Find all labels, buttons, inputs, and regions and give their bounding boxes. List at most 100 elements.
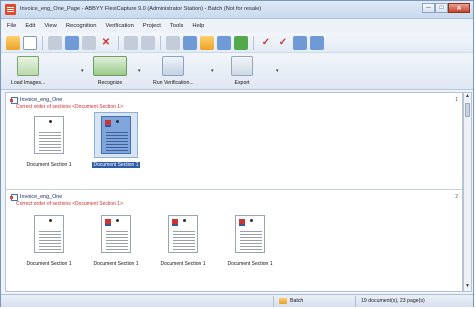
page-label: Document Section 1 — [160, 261, 206, 267]
redo-icon[interactable] — [141, 35, 155, 50]
page-image — [101, 215, 131, 253]
page-label: Document Section 1 — [93, 261, 139, 267]
window-title: Invoice_eng_One_Page - ABBYY FlexiCaptur… — [20, 6, 262, 12]
document-icon — [10, 96, 18, 104]
settings-icon[interactable] — [293, 35, 307, 50]
run-verification-button[interactable]: Run Verification... — [153, 56, 194, 86]
menu-view[interactable]: View — [44, 23, 56, 29]
open-folder-icon[interactable] — [6, 35, 20, 50]
export-button[interactable]: Export — [231, 56, 253, 86]
batch-document-view[interactable]: Invoice_eng_One 1 Correct order of secti… — [5, 92, 463, 292]
page-label: Document Section 1 — [26, 261, 72, 267]
toolbar-separator — [160, 35, 161, 50]
status-separator — [273, 296, 274, 307]
menu-project[interactable]: Project — [143, 23, 161, 29]
document-header[interactable]: Invoice_eng_One — [10, 193, 62, 201]
scroll-down-icon[interactable]: ▼ — [464, 283, 471, 291]
copy-icon[interactable] — [65, 35, 79, 50]
undo-icon[interactable] — [124, 35, 138, 50]
add-document-icon[interactable] — [234, 35, 248, 50]
flexicapture-app-icon[interactable] — [5, 4, 16, 15]
load-images-icon — [17, 56, 40, 76]
batch-folder-icon — [279, 298, 287, 304]
image-folder-icon[interactable] — [200, 35, 214, 50]
app-window: Invoice_eng_One_Page - ABBYY FlexiCaptur… — [0, 0, 474, 307]
menu-help[interactable]: Help — [192, 23, 204, 29]
menu-file[interactable]: File — [7, 23, 16, 29]
paste-icon[interactable] — [82, 35, 96, 50]
menu-edit[interactable]: Edit — [25, 23, 35, 29]
export-dropdown-icon[interactable]: ▾ — [276, 68, 279, 74]
toolbar-separator — [42, 35, 43, 50]
document-header[interactable]: Invoice_eng_One — [10, 96, 63, 104]
scan-icon[interactable] — [217, 35, 231, 50]
verification-dropdown-icon[interactable]: ▾ — [211, 68, 214, 74]
menu-bar: File Edit View Recognition Verification … — [1, 20, 473, 32]
icon-toolbar: ✕ ✓ ✓ — [1, 33, 473, 53]
page-thumbnail[interactable]: Document Section 1 — [156, 211, 210, 267]
recognize-label: Recognize — [97, 80, 123, 86]
page-label: Document Section 1 — [227, 261, 273, 267]
window-controls: ─ □ ✕ — [422, 3, 470, 13]
thumbnail-frame — [27, 112, 71, 158]
run-verification-label: Run Verification... — [153, 80, 194, 86]
document-number: 2 — [455, 194, 458, 200]
status-bar: Batch 19 document(s), 23 page(s) — [1, 294, 473, 307]
recognize-dropdown-icon[interactable]: ▾ — [138, 68, 141, 74]
export-small-icon[interactable] — [310, 35, 324, 50]
maximize-button[interactable]: □ — [435, 3, 448, 13]
export-label: Export — [234, 80, 250, 86]
page-thumbnail[interactable]: Document Section 1 — [223, 211, 277, 267]
page-image — [168, 215, 198, 253]
page-label: Document Section 1 — [26, 162, 72, 168]
page-label: Document Section 1 — [92, 162, 140, 168]
thumbnail-frame — [228, 211, 272, 257]
thumbnail-frame — [94, 211, 138, 257]
document-error-message: Correct order of sections <Document Sect… — [16, 201, 123, 207]
minimize-button[interactable]: ─ — [422, 3, 435, 13]
status-batch-label: Batch — [290, 298, 304, 304]
main-toolbar: Load Images... ▾ Recognize ▾ Run Verific… — [1, 54, 473, 90]
load-images-button[interactable]: Load Images... — [11, 56, 45, 86]
page-image — [235, 215, 265, 253]
document-error-message: Correct order of sections <Document Sect… — [16, 104, 123, 110]
title-bar[interactable]: Invoice_eng_One_Page - ABBYY FlexiCaptur… — [1, 1, 473, 19]
page-thumbnail[interactable]: Document Section 1 — [22, 112, 76, 168]
status-separator — [355, 296, 356, 307]
recognize-button[interactable]: Recognize — [93, 56, 127, 86]
thumbnails-view-icon[interactable] — [166, 35, 180, 50]
export-icon — [231, 56, 253, 76]
recognize-icon — [93, 56, 127, 76]
cut-icon[interactable] — [48, 35, 62, 50]
page-thumbnail-selected[interactable]: Document Section 1 — [89, 112, 143, 168]
verify-icon[interactable]: ✓ — [276, 36, 290, 50]
vertical-scrollbar[interactable]: ▲ ▼ — [463, 92, 472, 292]
document-number: 1 — [455, 97, 458, 103]
page-image — [34, 116, 64, 154]
toolbar-separator — [118, 35, 119, 50]
document-count: 19 document(s), 23 page(s) — [361, 298, 425, 304]
delete-icon[interactable]: ✕ — [99, 36, 113, 50]
status-batch: Batch — [279, 298, 303, 304]
menu-verification[interactable]: Verification — [105, 23, 133, 29]
page-thumbnail[interactable]: Document Section 1 — [22, 211, 76, 267]
load-images-dropdown-icon[interactable]: ▾ — [81, 68, 84, 74]
load-images-label: Load Images... — [11, 80, 46, 86]
scroll-up-icon[interactable]: ▲ — [464, 93, 471, 101]
check-rules-icon[interactable]: ✓ — [259, 36, 273, 50]
details-view-icon[interactable] — [183, 35, 197, 50]
thumbnail-frame — [94, 112, 138, 158]
page-image — [34, 215, 64, 253]
document-name: Invoice_eng_One — [20, 97, 63, 103]
toolbar-separator — [253, 35, 254, 50]
page-thumbnail[interactable]: Document Section 1 — [89, 211, 143, 267]
document-icon — [10, 193, 18, 201]
page-image — [101, 116, 131, 154]
close-button[interactable]: ✕ — [448, 3, 470, 13]
menu-recognition[interactable]: Recognition — [66, 23, 97, 29]
new-page-icon[interactable] — [23, 35, 37, 50]
verification-icon — [162, 56, 185, 76]
thumbnail-frame — [27, 211, 71, 257]
menu-tools[interactable]: Tools — [170, 23, 184, 29]
scroll-thumb[interactable] — [465, 103, 470, 117]
